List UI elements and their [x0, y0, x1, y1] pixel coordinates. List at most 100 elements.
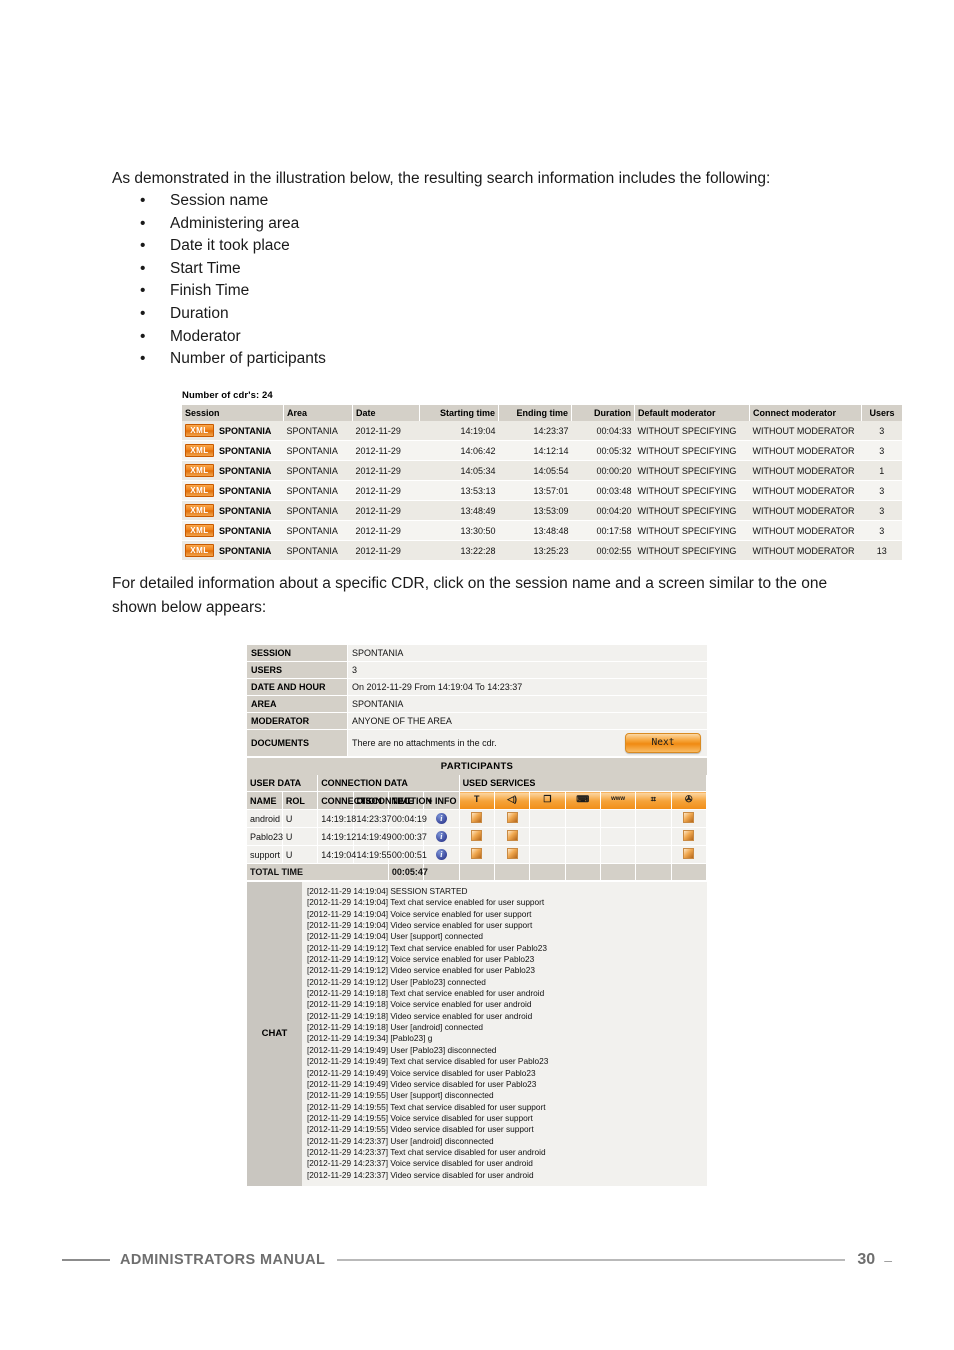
list-item-label: Administering area [170, 214, 300, 232]
column-header-users[interactable]: Users [861, 405, 902, 421]
chat-line: [2012-11-29 14:19:55] Video service disa… [307, 1124, 534, 1135]
next-button[interactable]: Next [625, 733, 701, 753]
cell-participant-name: support [247, 845, 283, 864]
cdr-summary-table: SESSION SPONTANIA USERS 3 DATE AND HOUR … [247, 645, 707, 757]
cell-start: 13:53:13 [419, 480, 499, 501]
session-name-link[interactable]: SPONTANIA [214, 446, 271, 456]
column-header-default-moderator[interactable]: Default moderator [634, 405, 750, 421]
xml-export-button[interactable]: XML [185, 424, 214, 437]
xml-export-button[interactable]: XML [185, 524, 214, 537]
session-name-link[interactable]: SPONTANIA [214, 506, 271, 516]
cell-session: XML SPONTANIA [182, 500, 284, 521]
cell-participant-info[interactable]: i [423, 845, 460, 864]
list-item-label: Finish Time [170, 282, 250, 300]
list-item-label: Start Time [170, 259, 241, 277]
summary-label-date-and-hour: DATE AND HOUR [247, 678, 348, 696]
cell-end: 14:12:14 [498, 440, 572, 461]
group-header-user-data: USER DATA [247, 775, 319, 792]
cell-service-remote-control [565, 827, 601, 846]
cell-duration: 00:17:58 [571, 520, 635, 541]
table-row[interactable]: XML SPONTANIA SPONTANIA 2012-11-29 13:48:… [182, 500, 902, 521]
cell-participant-info[interactable]: i [423, 827, 460, 846]
table-row[interactable]: XML SPONTANIA SPONTANIA 2012-11-29 13:53:… [182, 480, 902, 501]
info-icon[interactable]: i [435, 849, 447, 860]
cell-users: 3 [861, 440, 902, 461]
cell-end: 13:53:09 [498, 500, 572, 521]
xml-export-button[interactable]: XML [185, 504, 214, 517]
summary-label-documents: DOCUMENTS [247, 729, 348, 757]
bullet-icon: • [140, 237, 146, 255]
total-time-label: TOTAL TIME [247, 863, 389, 881]
bullet-icon: • [140, 214, 146, 232]
cell-date: 2012-11-29 [352, 480, 420, 501]
service-used-marker [506, 812, 518, 823]
cell-session: XML SPONTANIA [182, 440, 284, 461]
cell-participant-disconnection: 14:23:37 [353, 809, 392, 828]
chat-line: [2012-11-29 14:19:12] Text chat service … [307, 942, 548, 953]
total-time-spacer-4 [565, 863, 601, 881]
session-name-link[interactable]: SPONTANIA [214, 426, 271, 436]
service-used-marker [471, 848, 483, 859]
cell-start: 14:06:42 [419, 440, 499, 461]
documents-message: There are no attachments in the cdr. [352, 738, 497, 748]
table-row[interactable]: XML SPONTANIA SPONTANIA 2012-11-29 13:30:… [182, 520, 902, 541]
column-header-more-info: + INFO [423, 791, 460, 810]
cell-start: 14:19:04 [419, 421, 499, 441]
cell-service-text-chat [459, 809, 495, 828]
session-name-link[interactable]: SPONTANIA [214, 466, 271, 476]
table-row[interactable]: XML SPONTANIA SPONTANIA 2012-11-29 14:19:… [182, 421, 902, 441]
cdr-count-label: Number of cdr's: 24 [182, 390, 273, 401]
cell-session: XML SPONTANIA [182, 540, 284, 561]
list-item: • Administering area [112, 213, 712, 236]
cell-start: 14:05:34 [419, 460, 499, 481]
column-header-session[interactable]: Session [182, 405, 284, 421]
cell-duration: 00:02:55 [571, 540, 635, 561]
footer-rule-middle [337, 1259, 846, 1261]
column-header-starting-time[interactable]: Starting time [419, 405, 499, 421]
bullet-icon: • [140, 282, 146, 300]
xml-export-button[interactable]: XML [185, 484, 214, 497]
column-header-date[interactable]: Date [352, 405, 420, 421]
page-footer: ADMINISTRATORS MANUAL 30 – [62, 1245, 892, 1275]
xml-export-button[interactable]: XML [185, 444, 214, 457]
cell-duration: 00:00:20 [571, 460, 635, 481]
session-name-link[interactable]: SPONTANIA [214, 526, 271, 536]
table-row: support U 14:19:04 14:19:55 00:00:51 i [247, 845, 708, 864]
column-header-ending-time[interactable]: Ending time [498, 405, 572, 421]
chat-line: [2012-11-29 14:19:18] User [android] con… [307, 1022, 484, 1033]
list-item-label: Moderator [170, 327, 241, 345]
table-row[interactable]: XML SPONTANIA SPONTANIA 2012-11-29 13:22:… [182, 540, 902, 561]
cell-start: 13:22:28 [419, 540, 499, 561]
cell-participant-connection: 14:19:04 [317, 845, 356, 864]
group-header-connection-data: CONNECTION DATA [317, 775, 460, 792]
cell-service-voice [494, 845, 531, 864]
info-icon[interactable]: i [435, 813, 447, 824]
intro-paragraph: As demonstrated in the illustration belo… [112, 170, 771, 187]
chat-line: [2012-11-29 14:19:04] Voice service enab… [307, 908, 532, 919]
xml-export-button[interactable]: XML [185, 544, 214, 557]
column-header-duration[interactable]: Duration [571, 405, 635, 421]
summary-label-users: USERS [247, 661, 348, 679]
session-name-link[interactable]: SPONTANIA [214, 546, 271, 556]
table-row[interactable]: XML SPONTANIA SPONTANIA 2012-11-29 14:06:… [182, 440, 902, 461]
column-header-area[interactable]: Area [283, 405, 353, 421]
participants-column-header-row: NAME ROL CONNECTION DISCONNECTION TIME +… [247, 791, 708, 810]
chat-log-body: [2012-11-29 14:19:04] SESSION STARTED [2… [302, 882, 707, 1186]
session-name-link[interactable]: SPONTANIA [214, 486, 271, 496]
table-row[interactable]: XML SPONTANIA SPONTANIA 2012-11-29 14:05:… [182, 460, 902, 481]
column-header-name: NAME [247, 791, 283, 810]
total-time-spacer-2 [494, 863, 531, 881]
column-header-connection: CONNECTION [317, 791, 382, 810]
chat-line: [2012-11-29 14:19:04] User [support] con… [307, 931, 484, 942]
summary-value-area: SPONTANIA [347, 695, 707, 713]
list-item-label: Session name [170, 192, 269, 209]
info-icon[interactable]: i [435, 831, 447, 842]
column-header-connect-moderator[interactable]: Connect moderator [749, 405, 862, 421]
list-item-label: Number of participants [170, 350, 326, 368]
table-header-row: Session Area Date Starting time Ending t… [182, 405, 902, 421]
cell-date: 2012-11-29 [352, 500, 420, 521]
cell-session: XML SPONTANIA [182, 520, 284, 541]
summary-label-area: AREA [247, 695, 348, 713]
cell-participant-info[interactable]: i [423, 809, 460, 828]
xml-export-button[interactable]: XML [185, 464, 214, 477]
